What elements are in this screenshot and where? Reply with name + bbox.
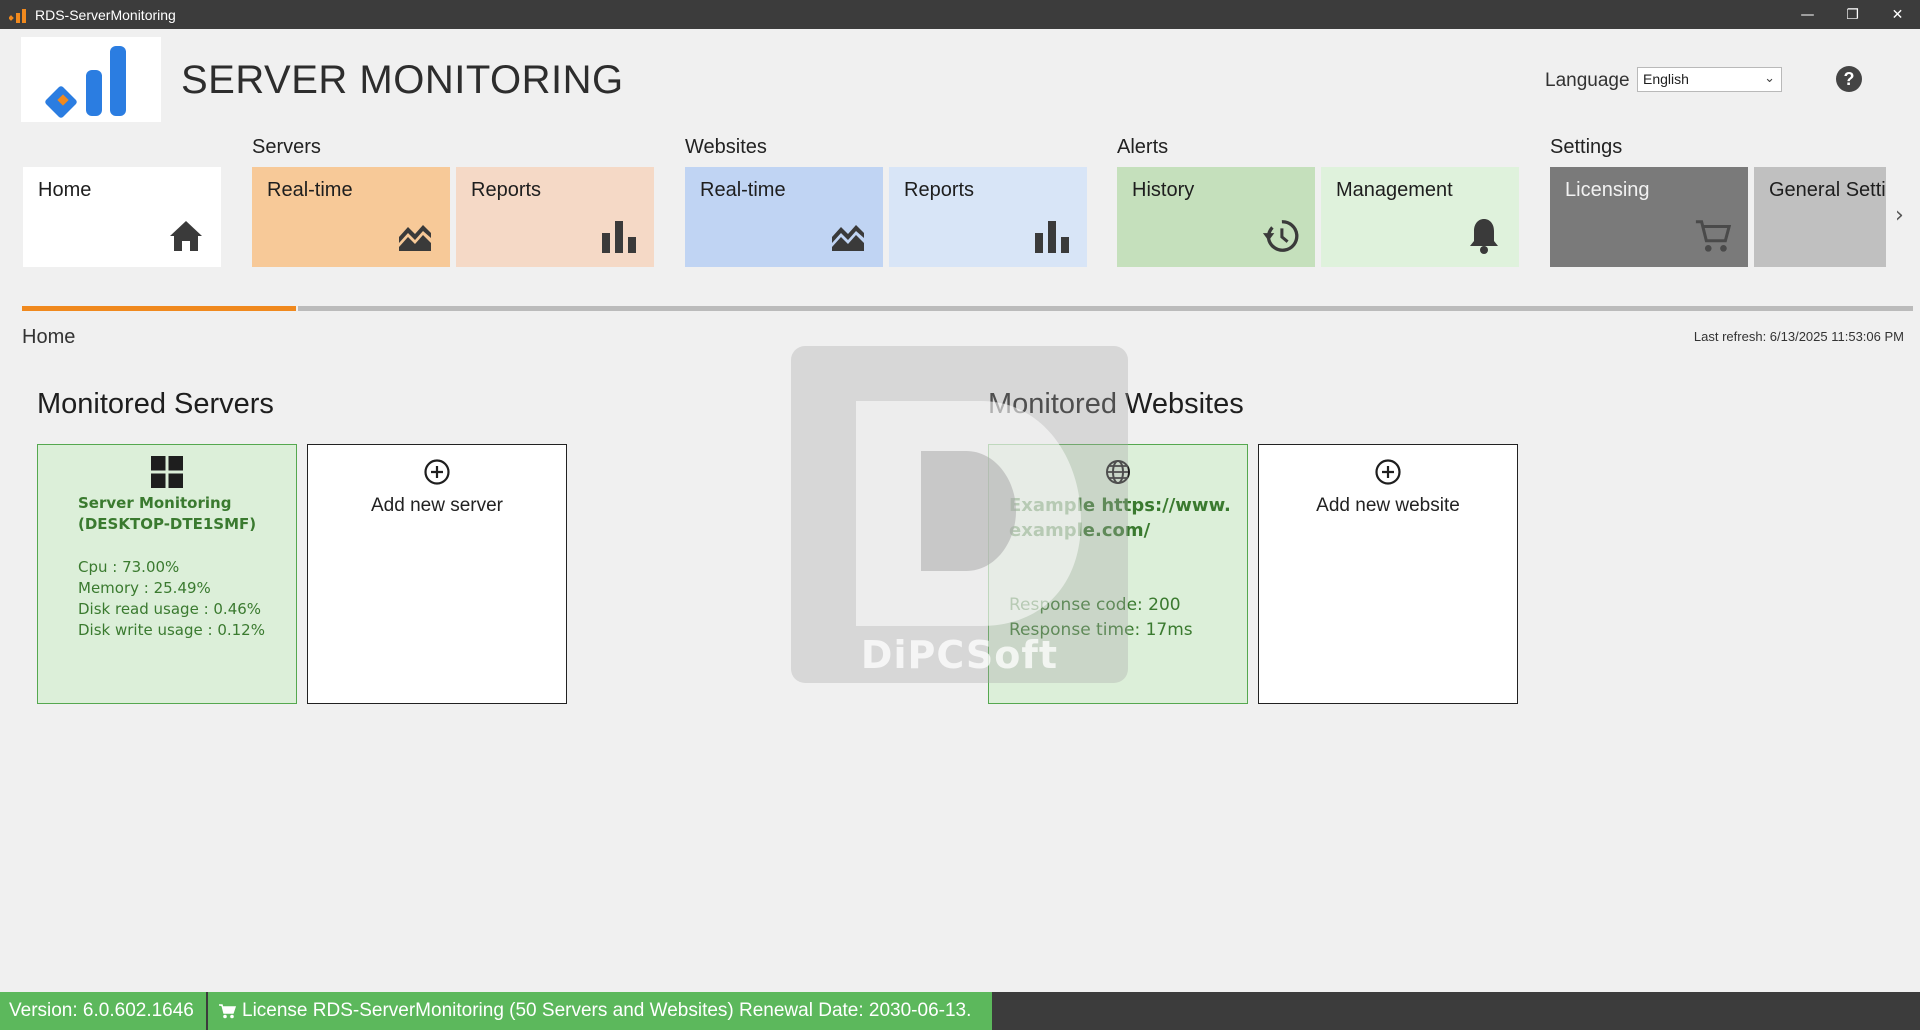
home-icon	[167, 217, 205, 255]
tile-alerts-management[interactable]: Management	[1321, 167, 1519, 267]
tile-home[interactable]: Home	[23, 167, 221, 267]
tile-label: Licensing	[1565, 179, 1650, 201]
tile-label: Home	[38, 179, 92, 201]
bell-icon	[1465, 217, 1503, 255]
app-logo-icon	[9, 6, 31, 24]
tile-label: Management	[1336, 179, 1453, 201]
cart-icon	[218, 1003, 236, 1019]
add-server-card[interactable]: Add new server	[307, 444, 567, 704]
language-label: Language	[1545, 70, 1630, 91]
windows-icon	[150, 455, 184, 489]
tab-progress-track	[298, 306, 1913, 311]
group-label-servers: Servers	[252, 136, 321, 158]
window-title: RDS-ServerMonitoring	[35, 6, 176, 23]
realtime-chart-icon	[829, 217, 867, 255]
metric-response-time: Response time: 17ms	[1009, 620, 1193, 640]
close-button[interactable]: ✕	[1875, 0, 1920, 29]
server-card[interactable]: Server Monitoring (DESKTOP-DTE1SMF) Cpu …	[37, 444, 297, 704]
website-metrics: Response code: 200 Response time: 17ms	[1009, 593, 1193, 643]
language-value: English	[1643, 71, 1689, 87]
language-select[interactable]: English ⌄	[1637, 67, 1782, 92]
breadcrumb: Home	[22, 326, 76, 348]
metric-response-code: Response code: 200	[1009, 595, 1181, 615]
minimize-button[interactable]: —	[1785, 0, 1830, 29]
server-metrics: Cpu : 73.00% Memory : 25.49% Disk read u…	[78, 557, 265, 641]
license-text: License RDS-ServerMonitoring (50 Servers…	[242, 1000, 972, 1021]
history-icon	[1261, 217, 1299, 255]
status-bar: Version: 6.0.602.1646 License RDS-Server…	[0, 992, 1920, 1030]
add-website-label: Add new website	[1316, 495, 1460, 516]
group-label-settings: Settings	[1550, 136, 1623, 158]
tile-label: History	[1132, 179, 1195, 201]
bar-chart-icon	[1033, 217, 1071, 255]
cart-icon	[1694, 217, 1732, 255]
website-name: Example https://www.example.com/	[1009, 495, 1231, 541]
server-name: Server Monitoring (DESKTOP-DTE1SMF)	[78, 494, 257, 533]
metric-cpu: Cpu : 73.00%	[78, 558, 180, 576]
add-circle-icon	[1371, 455, 1405, 489]
chevron-down-icon: ⌄	[1764, 70, 1775, 85]
metric-disk-write: Disk write usage : 0.12%	[78, 621, 265, 639]
tile-label: Real-time	[700, 179, 786, 201]
tile-settings-general[interactable]: General Setti	[1754, 167, 1886, 267]
add-circle-icon	[420, 455, 454, 489]
tile-websites-realtime[interactable]: Real-time	[685, 167, 883, 267]
tile-servers-reports[interactable]: Reports	[456, 167, 654, 267]
bar-chart-icon	[600, 217, 638, 255]
group-label-alerts: Alerts	[1117, 136, 1169, 158]
restore-button[interactable]: ❐	[1830, 0, 1875, 29]
metric-memory: Memory : 25.49%	[78, 579, 211, 597]
realtime-chart-icon	[396, 217, 434, 255]
metric-disk-read: Disk read usage : 0.46%	[78, 600, 262, 618]
monitored-websites-title: Monitored Websites	[988, 388, 1244, 420]
app-logo	[21, 37, 161, 122]
group-label-websites: Websites	[685, 136, 767, 158]
version-text: Version: 6.0.602.1646	[0, 992, 206, 1030]
globe-icon	[1101, 455, 1135, 489]
tab-progress-active	[22, 306, 296, 311]
add-website-card[interactable]: Add new website	[1258, 444, 1518, 704]
app-title: SERVER MONITORING	[181, 58, 624, 102]
tile-alerts-history[interactable]: History	[1117, 167, 1315, 267]
tile-label: Reports	[904, 179, 975, 201]
tile-servers-realtime[interactable]: Real-time	[252, 167, 450, 267]
website-card[interactable]: Example https://www.example.com/ Respons…	[988, 444, 1248, 704]
tile-settings-licensing[interactable]: Licensing	[1550, 167, 1748, 267]
tile-label: General Setti	[1769, 179, 1886, 201]
tile-websites-reports[interactable]: Reports	[889, 167, 1087, 267]
tile-label: Reports	[471, 179, 542, 201]
add-server-label: Add new server	[370, 495, 503, 516]
monitored-servers-title: Monitored Servers	[37, 388, 274, 420]
last-refresh-text: Last refresh: 6/13/2025 11:53:06 PM	[1693, 329, 1904, 344]
chevron-right-icon[interactable]: ›	[1895, 203, 1904, 228]
help-icon[interactable]: ?	[1836, 66, 1862, 92]
tile-label: Real-time	[267, 179, 353, 201]
title-bar: RDS-ServerMonitoring — ❐ ✕	[0, 0, 1920, 29]
license-status[interactable]: License RDS-ServerMonitoring (50 Servers…	[208, 992, 992, 1030]
